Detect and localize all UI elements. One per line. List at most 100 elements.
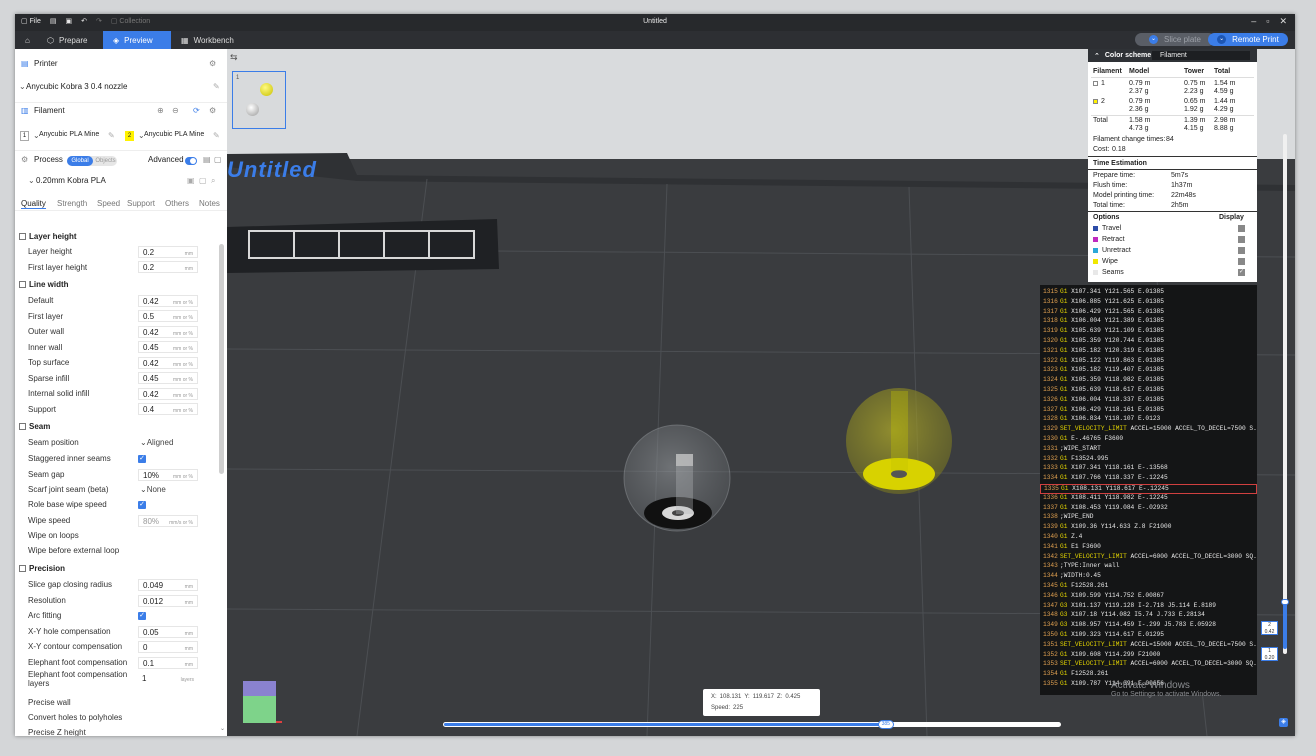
edit-filament-1-icon[interactable]: ✎ — [108, 131, 115, 140]
tab-quality[interactable]: Quality — [21, 199, 46, 209]
setting-dropdown[interactable]: ⌄None — [138, 484, 198, 496]
printer-select[interactable]: ⌄ Anycubic Kobra 3 0.4 nozzle ✎ — [15, 82, 227, 96]
checkbox[interactable]: ✓ — [138, 611, 146, 620]
setting-value-input[interactable]: 0.45 mm or % — [138, 372, 198, 384]
setting-value-input[interactable]: 0.42 mm or % — [138, 325, 198, 338]
setting-value-input[interactable]: 0.42 mm or % — [138, 387, 198, 400]
gcode-viewer[interactable]: 1315 G1 X107.341 Y121.565 E.01385 1316 G1 X… — [1040, 285, 1257, 695]
process-settings-icon[interactable]: ▢ — [214, 155, 222, 164]
option-display-checkbox[interactable] — [1238, 258, 1245, 265]
layer-settings-icon[interactable]: ◈ — [1279, 718, 1288, 727]
setting-value-input[interactable]: 0.45 mm or % — [138, 341, 198, 353]
setting-value-input[interactable]: 0.05 mm — [138, 625, 198, 638]
tab-strength[interactable]: Strength — [57, 199, 87, 208]
compare-icon[interactable]: ▤ — [203, 155, 211, 164]
copy-profile-icon[interactable]: ▢ — [199, 176, 207, 185]
close-icon[interactable]: ✕ — [1279, 16, 1287, 27]
tab-notes[interactable]: Notes — [199, 199, 220, 208]
gcode-line-number: 1348 — [1043, 611, 1058, 619]
setting-value-input[interactable]: 80% mm/s or % — [138, 514, 198, 527]
add-filament-icon[interactable]: ⊕ — [157, 106, 164, 115]
filament-1-name[interactable]: Anycubic PLA Mine — [39, 131, 99, 138]
grand-total-weight: 8.88 g — [1214, 125, 1234, 132]
setting-row: Support 0.4 mm or % — [15, 402, 219, 417]
settings-scrollbar[interactable] — [219, 244, 224, 474]
setting-value-input[interactable]: 0.5 mm or % — [138, 310, 198, 322]
move-slider-handle[interactable]: 385 — [877, 720, 894, 729]
tab-preview[interactable]: ◈ Preview — [103, 31, 171, 49]
global-option[interactable]: Global — [67, 156, 93, 166]
setting-dropdown[interactable]: ⌄Aligned — [138, 437, 198, 449]
process-profile-select[interactable]: ⌄ 0.20mm Kobra PLA ▣ ▢ ⌕ — [15, 176, 227, 190]
tab-support[interactable]: Support — [127, 199, 155, 208]
tab-others[interactable]: Others — [165, 199, 189, 208]
edit-printer-icon[interactable]: ✎ — [213, 82, 220, 91]
maximize-icon[interactable]: ▫ — [1266, 16, 1269, 27]
setting-value-input[interactable]: 0.2 mm — [138, 261, 198, 273]
layer-slider[interactable] — [1281, 134, 1289, 654]
gcode-line-number: 1355 — [1043, 680, 1058, 687]
option-display-checkbox[interactable] — [1238, 225, 1245, 232]
move-slider[interactable]: 385 — [443, 720, 1061, 729]
setting-label: Seam gap — [28, 470, 65, 479]
save-profile-icon[interactable]: ▣ — [187, 176, 195, 185]
scroll-down-icon[interactable]: ⌄ — [220, 725, 225, 732]
plate-thumbnail[interactable]: 1 — [232, 71, 286, 129]
setting-value-input[interactable]: 0.4 mm or % — [138, 403, 198, 415]
advanced-toggle[interactable] — [185, 157, 197, 165]
divider — [1088, 211, 1257, 212]
setting-row: Layer height 0.2 mm — [15, 244, 219, 259]
gcode-line: 1322 G1 X105.122 Y119.863 E.01385 — [1040, 357, 1257, 367]
minimize-icon[interactable]: – — [1251, 16, 1256, 27]
setting-value-input[interactable]: 0.42 mm or % — [138, 294, 198, 307]
search-icon[interactable]: ⌕ — [211, 176, 215, 186]
gcode-line: 1324 G1 X105.359 Y118.982 E.01385 — [1040, 376, 1257, 386]
setting-value-input[interactable]: 0.2 mm — [138, 245, 198, 258]
color-scheme-select[interactable]: Filament — [1152, 51, 1250, 60]
remote-print-button[interactable]: ⌄ Remote Print — [1208, 33, 1288, 46]
watermark-line-1: Activate Windows — [1111, 680, 1190, 691]
filament-slot-1[interactable]: 1 — [20, 131, 29, 141]
setting-value-input[interactable]: 1 layers — [138, 673, 198, 685]
setting-value-input[interactable]: 0.049 mm — [138, 578, 198, 591]
setting-label: Elephant foot compensation — [28, 670, 128, 679]
setting-value-input[interactable]: 0.1 mm — [138, 656, 198, 669]
filament-slot-2[interactable]: 2 — [125, 131, 134, 141]
slice-plate-button[interactable]: ⌄ Slice plate — [1135, 33, 1215, 46]
gcode-line: 1339 G1 X109.36 Y114.633 Z.8 F21000 — [1040, 523, 1257, 533]
collapse-sidebar-icon[interactable]: ⇆ — [230, 52, 238, 63]
setting-value-input[interactable]: 0.012 mm — [138, 594, 198, 607]
option-label: Seams — [1102, 269, 1124, 276]
tab-prepare[interactable]: ⬡ Prepare — [37, 31, 97, 49]
checkbox[interactable]: ✓ — [138, 454, 146, 463]
gcode-line: 1326 G1 X106.004 Y118.337 E.01385 — [1040, 396, 1257, 406]
gcode-line-number: 1342 — [1043, 552, 1058, 560]
printer-settings-icon[interactable]: ⚙ — [209, 59, 216, 68]
collapse-icon[interactable]: ⌃ — [1094, 52, 1100, 60]
checkbox[interactable]: ✓ — [138, 500, 146, 509]
group-precision: Precision — [15, 561, 219, 576]
option-display-checkbox[interactable] — [1238, 247, 1245, 254]
printer-section: ▤ Printer ⚙ — [15, 59, 227, 73]
option-display-checkbox[interactable] — [1238, 236, 1245, 243]
option-display-checkbox[interactable]: ✓ — [1238, 269, 1245, 276]
filament-2-name[interactable]: Anycubic PLA Mine — [144, 131, 204, 138]
flush-time-label: Flush time: — [1093, 182, 1128, 189]
setting-value-input[interactable]: 0.42 mm or % — [138, 356, 198, 369]
top-layer-handle[interactable] — [1281, 599, 1289, 605]
edit-filament-2-icon[interactable]: ✎ — [213, 131, 220, 140]
setting-unit: mm or % — [173, 377, 193, 383]
top-layer-z: 0.42 — [1264, 629, 1275, 635]
remove-filament-icon[interactable]: ⊖ — [172, 106, 179, 115]
filament-settings-icon[interactable]: ⚙ — [209, 106, 216, 115]
setting-unit: mm — [184, 661, 193, 668]
setting-value-input[interactable]: 0 mm — [138, 640, 198, 653]
tab-speed[interactable]: Speed — [97, 199, 120, 208]
gcode-params: X108.411 Y118.982 E-.12245 — [1067, 493, 1168, 501]
global-objects-toggle[interactable]: Global Objects — [67, 156, 117, 166]
sync-filament-icon[interactable]: ⟳ — [193, 106, 200, 115]
tab-workbench[interactable]: ▦ Workbench — [171, 31, 244, 49]
axis-gizmo[interactable] — [243, 681, 282, 723]
objects-option[interactable]: Objects — [94, 156, 117, 166]
setting-value-input[interactable]: 10% mm or % — [138, 468, 198, 481]
